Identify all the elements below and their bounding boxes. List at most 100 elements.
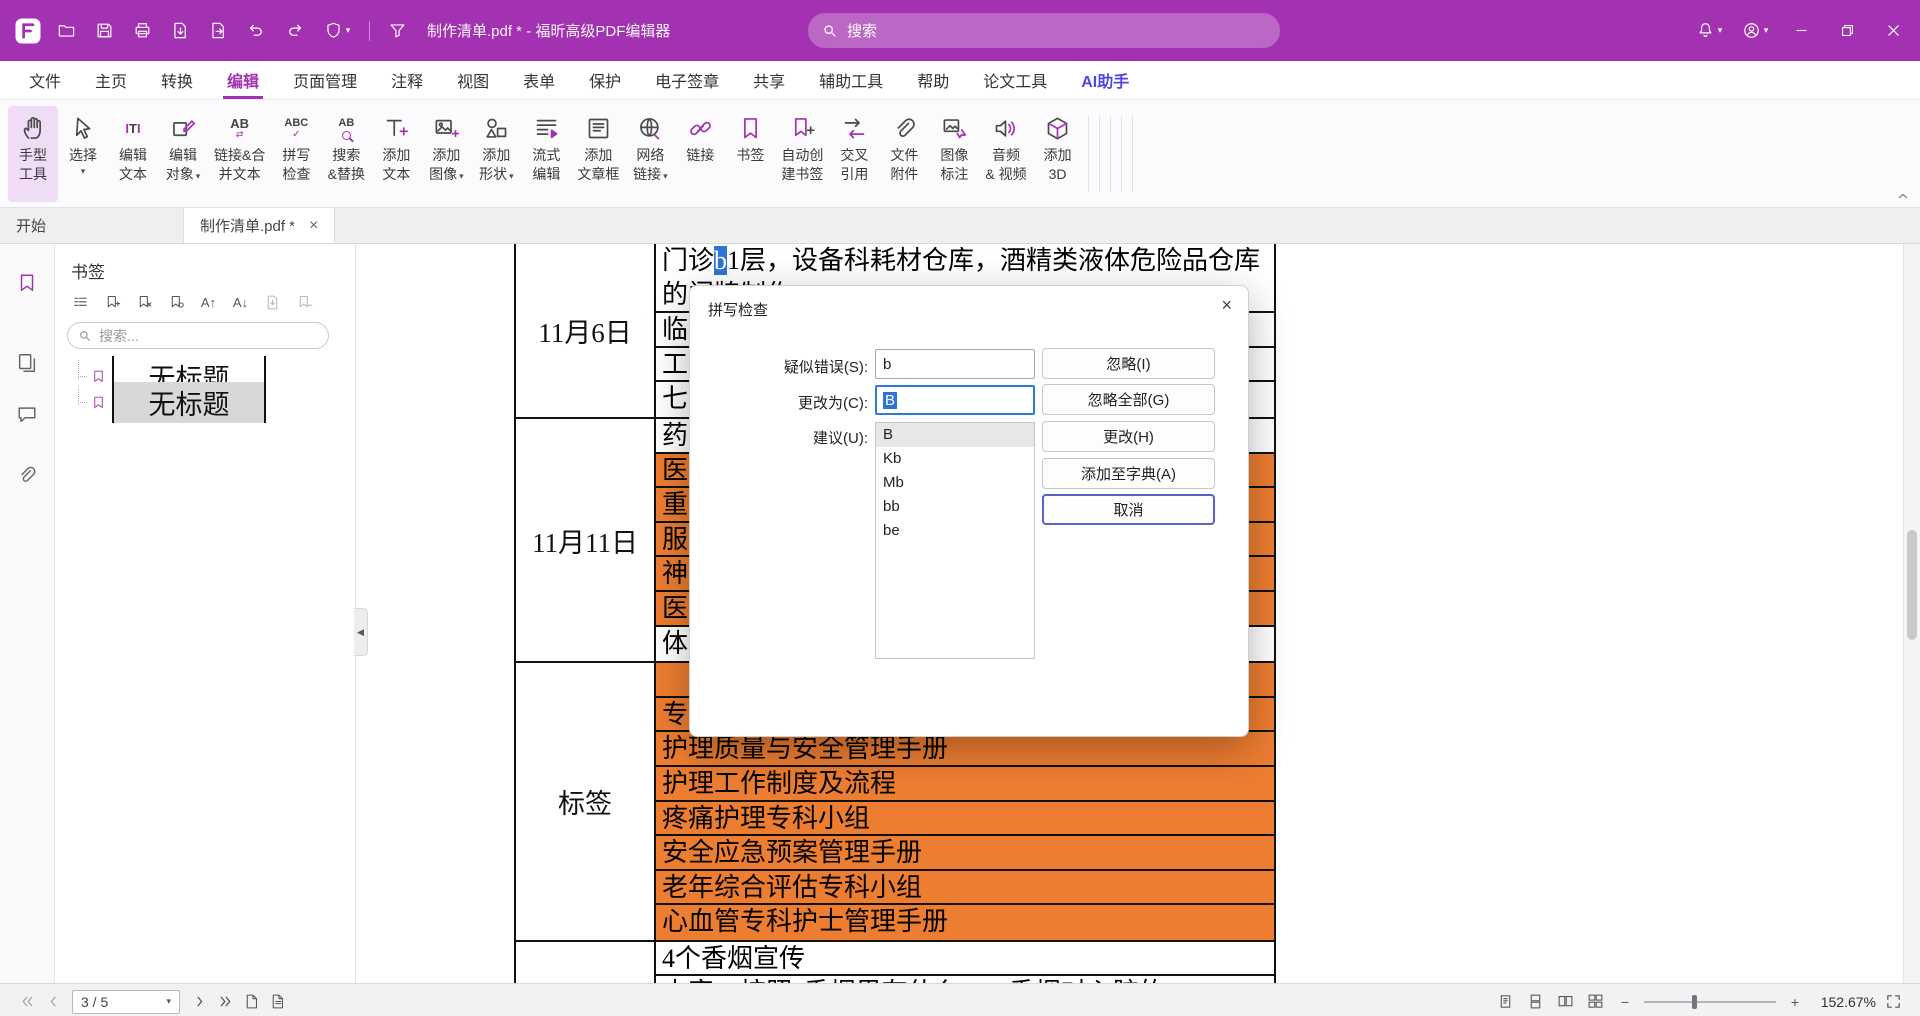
attachments-panel-icon[interactable] (8, 456, 46, 494)
global-search-input[interactable]: 搜索 (808, 13, 1280, 48)
prev-page-icon[interactable] (40, 990, 66, 1014)
menu-item-comment[interactable]: 注释 (374, 61, 440, 99)
redo-icon[interactable] (276, 13, 312, 49)
new-bookmark-icon[interactable] (99, 290, 126, 314)
ribbon-tool-auto-create-bookmark[interactable]: 自动创建书签 (775, 106, 829, 202)
ribbon-tool-add-3d[interactable]: 添加3D (1033, 106, 1083, 202)
suggestion-item[interactable]: be (876, 519, 1034, 543)
ribbon-tool-add-shape[interactable]: 添加形状▾ (471, 106, 521, 202)
add-to-dictionary-button[interactable]: 添加至字典(A) (1042, 458, 1215, 489)
open-file-icon[interactable] (48, 13, 84, 49)
share-document-icon[interactable] (200, 13, 236, 49)
save-icon[interactable] (86, 13, 122, 49)
tab-close-icon[interactable]: × (309, 217, 318, 235)
ribbon-tool-edit-text[interactable]: ITI编辑文本 (108, 106, 158, 202)
ribbon-tool-add-text[interactable]: 添加文本 (371, 106, 421, 202)
close-window-button[interactable] (1870, 9, 1916, 53)
ribbon-tool-add-image[interactable]: 添加图像▾ (421, 106, 471, 202)
change-button[interactable]: 更改(H) (1042, 421, 1215, 452)
zoom-slider-thumb[interactable] (1692, 995, 1697, 1009)
facing-view-icon[interactable] (1552, 990, 1578, 1014)
ribbon-tool-search-replace[interactable]: AB搜索&替换 (321, 106, 371, 202)
cancel-button[interactable]: 取消 (1042, 494, 1215, 525)
ignore-all-button[interactable]: 忽略全部(G) (1042, 384, 1215, 415)
suggestion-item[interactable]: B (876, 423, 1034, 447)
page-thumbnails-icon[interactable] (8, 344, 46, 382)
change-to-input[interactable]: B (875, 385, 1035, 415)
protect-tools-icon[interactable]: ▾ (314, 13, 360, 49)
share-funnel-icon[interactable] (379, 13, 415, 49)
foxit-logo-icon[interactable] (10, 13, 46, 49)
ribbon-tool-cross-reference[interactable]: 交叉引用 (829, 106, 879, 202)
bookmark-search-input[interactable]: 搜索... (67, 322, 329, 349)
menu-item-ai-assistant[interactable]: AI助手 (1064, 61, 1146, 99)
shrink-font-icon[interactable]: A↓ (227, 290, 254, 314)
continuous-view-icon[interactable] (1522, 990, 1548, 1014)
ribbon-tool-select-tool[interactable]: 选择▾ (58, 106, 108, 202)
snapshot-page-icon[interactable] (238, 990, 264, 1014)
suggestions-list[interactable]: BKbMbbbbe (875, 422, 1035, 659)
suggestion-item[interactable]: bb (876, 495, 1034, 519)
print-icon[interactable] (124, 13, 160, 49)
set-destination-icon[interactable] (163, 290, 190, 314)
first-page-icon[interactable] (14, 990, 40, 1014)
restore-window-button[interactable] (1824, 9, 1870, 53)
ribbon-tool-flow-edit[interactable]: 流式编辑 (521, 106, 571, 202)
ribbon-tool-bookmark[interactable]: 书签 (725, 106, 775, 202)
delete-bookmark-icon[interactable] (131, 290, 158, 314)
ribbon-tool-edit-object[interactable]: 编辑对象▾ (158, 106, 208, 202)
export-icon[interactable] (162, 13, 198, 49)
menu-item-help[interactable]: 帮助 (900, 61, 966, 99)
menu-item-home[interactable]: 主页 (78, 61, 144, 99)
menu-item-convert[interactable]: 转换 (144, 61, 210, 99)
ribbon-tool-audio-video[interactable]: 音频& 视频 (979, 106, 1032, 202)
zoom-in-icon[interactable]: + (1782, 990, 1808, 1014)
menu-item-edit[interactable]: 编辑 (210, 61, 276, 99)
dialog-close-icon[interactable]: × (1221, 295, 1232, 316)
facing-continuous-view-icon[interactable] (1582, 990, 1608, 1014)
menu-item-paper-tools[interactable]: 论文工具 (966, 61, 1064, 99)
account-avatar-icon[interactable]: ▾ (1732, 13, 1778, 49)
ribbon-collapse-icon[interactable] (1896, 189, 1910, 203)
menu-item-accessibility[interactable]: 辅助工具 (802, 61, 900, 99)
suspect-error-input[interactable]: b (875, 349, 1035, 379)
last-page-icon[interactable] (212, 990, 238, 1014)
menu-item-view[interactable]: 视图 (440, 61, 506, 99)
ribbon-tool-add-article-box[interactable]: 添加文章框 (571, 106, 625, 202)
clipboard-page-icon[interactable] (264, 990, 290, 1014)
menu-item-share[interactable]: 共享 (736, 61, 802, 99)
suggestion-item[interactable]: Kb (876, 447, 1034, 471)
menu-item-page-manage[interactable]: 页面管理 (276, 61, 374, 99)
notifications-bell-icon[interactable]: ▾ (1686, 13, 1732, 49)
ribbon-tool-spell-check[interactable]: ABC✓拼写检查 (271, 106, 321, 202)
panel-collapse-handle[interactable]: ◀ (354, 608, 368, 656)
menu-item-form[interactable]: 表单 (506, 61, 572, 99)
undo-icon[interactable] (238, 13, 274, 49)
comments-panel-icon[interactable] (8, 396, 46, 434)
ribbon-tool-link-merge-text[interactable]: AB⇄链接&合并文本 (208, 106, 271, 202)
ribbon-tool-link[interactable]: 链接 (675, 106, 725, 202)
fullscreen-icon[interactable] (1880, 990, 1906, 1014)
next-page-icon[interactable] (186, 990, 212, 1014)
menu-item-esign[interactable]: 电子签章 (638, 61, 736, 99)
minimize-button[interactable] (1778, 9, 1824, 53)
bookmark-list-icon[interactable] (67, 290, 94, 314)
single-page-view-icon[interactable] (1492, 990, 1518, 1014)
zoom-out-icon[interactable]: − (1612, 990, 1638, 1014)
suggestion-item[interactable]: Mb (876, 471, 1034, 495)
menu-item-protect[interactable]: 保护 (572, 61, 638, 99)
page-number-box[interactable]: 3 / 5 ▾ (72, 990, 180, 1014)
document-area[interactable]: 11月6日门诊b1层，设备科耗材仓库，酒精类液体危险品仓库的门牌制作临工七11月… (356, 244, 1920, 983)
bookmarks-panel-icon[interactable] (8, 264, 46, 302)
ribbon-tool-hand-tool[interactable]: 手型工具 (8, 106, 58, 202)
zoom-slider[interactable] (1644, 990, 1776, 1014)
ribbon-tool-web-link[interactable]: 网络链接▾ (625, 106, 675, 202)
tab-start[interactable]: 开始 (0, 208, 184, 243)
bookmark-item[interactable]: 无标题 (65, 389, 347, 415)
expand-font-icon[interactable]: A↑ (195, 290, 222, 314)
tab-doc[interactable]: 制作清单.pdf *× (184, 208, 335, 243)
menu-item-file[interactable]: 文件 (12, 61, 78, 99)
ignore-button[interactable]: 忽略(I) (1042, 348, 1215, 379)
scrollbar-thumb[interactable] (1907, 530, 1917, 640)
vertical-scrollbar[interactable] (1903, 244, 1920, 983)
